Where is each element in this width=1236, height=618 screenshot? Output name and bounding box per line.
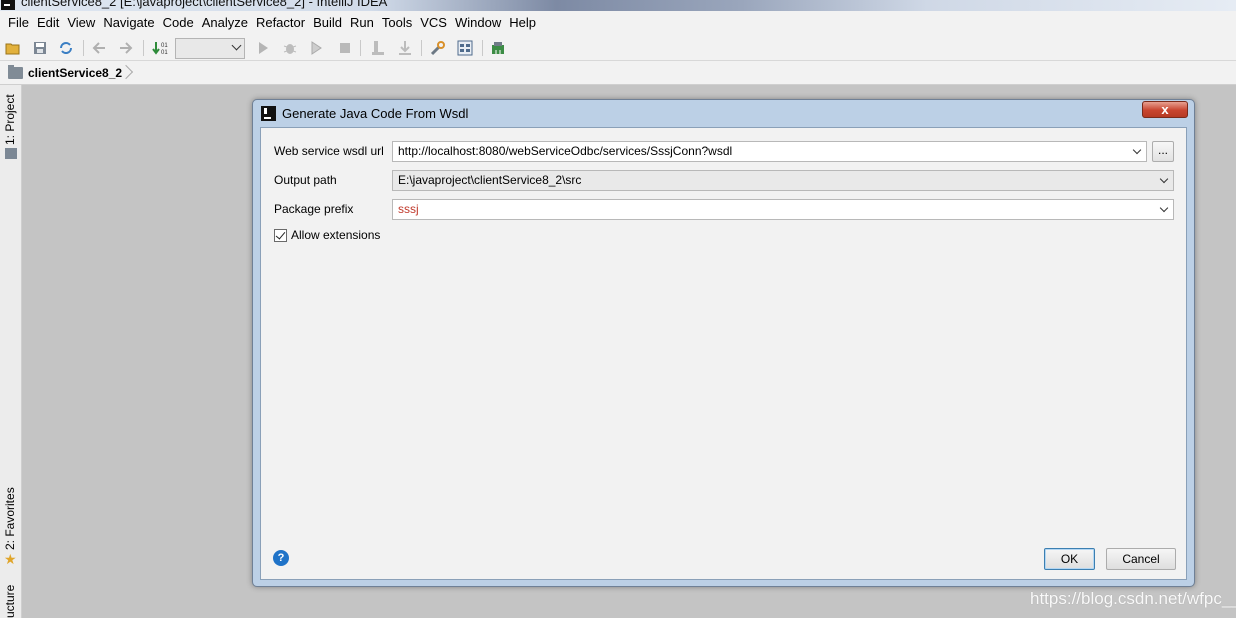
package-prefix-label: Package prefix bbox=[274, 202, 354, 216]
star-icon: ★ bbox=[4, 551, 17, 567]
chevron-down-icon bbox=[231, 40, 242, 51]
settings-wrench-icon[interactable] bbox=[429, 39, 447, 57]
window-title: clientService8_2 [E:\javaproject\clientS… bbox=[21, 0, 388, 9]
intellij-dialog-icon bbox=[261, 106, 276, 121]
debug-icon[interactable] bbox=[281, 39, 299, 57]
toolbar-separator bbox=[482, 40, 483, 56]
menu-edit[interactable]: Edit bbox=[33, 11, 63, 35]
tool-tab-favorites[interactable]: 2: Favorites bbox=[3, 487, 17, 550]
menu-code[interactable]: Code bbox=[159, 11, 198, 35]
toolbar-separator bbox=[83, 40, 84, 56]
forward-arrow-icon[interactable] bbox=[117, 39, 135, 57]
wsdl-url-value: http://localhost:8080/webServiceOdbc/ser… bbox=[398, 144, 733, 158]
menu-help[interactable]: Help bbox=[505, 11, 540, 35]
svg-text:01: 01 bbox=[161, 50, 168, 56]
sdk-manager-icon[interactable] bbox=[489, 39, 507, 57]
menu-vcs[interactable]: VCS bbox=[416, 11, 451, 35]
toolbar-separator bbox=[360, 40, 361, 56]
tool-tab-project[interactable]: 1: Project bbox=[3, 94, 17, 145]
close-button[interactable]: x bbox=[1142, 101, 1188, 118]
project-tool-icon[interactable] bbox=[5, 148, 17, 159]
chevron-down-icon[interactable] bbox=[1159, 203, 1169, 213]
menu-bar: File Edit View Navigate Code Analyze Ref… bbox=[0, 11, 1236, 35]
output-path-value: E:\javaproject\clientService8_2\src bbox=[398, 173, 582, 187]
dialog-title: Generate Java Code From Wsdl bbox=[282, 106, 469, 121]
menu-file[interactable]: File bbox=[4, 11, 33, 35]
menu-run[interactable]: Run bbox=[346, 11, 378, 35]
menu-refactor[interactable]: Refactor bbox=[252, 11, 309, 35]
navigation-bar: clientService8_2 bbox=[0, 61, 1236, 85]
menu-tools[interactable]: Tools bbox=[378, 11, 416, 35]
chevron-right-icon bbox=[124, 63, 132, 83]
ok-button[interactable]: OK bbox=[1044, 548, 1095, 570]
output-path-combo[interactable]: E:\javaproject\clientService8_2\src bbox=[392, 170, 1174, 191]
back-arrow-icon[interactable] bbox=[90, 39, 108, 57]
menu-navigate[interactable]: Navigate bbox=[99, 11, 158, 35]
menu-analyze[interactable]: Analyze bbox=[198, 11, 252, 35]
generate-java-code-dialog: Generate Java Code From Wsdl x Web servi… bbox=[252, 99, 1195, 587]
coverage-icon[interactable] bbox=[308, 39, 326, 57]
sync-icon[interactable] bbox=[57, 39, 75, 57]
breadcrumb[interactable]: clientService8_2 bbox=[8, 65, 132, 81]
watermark: https://blog.csdn.net/wfpc__ bbox=[1030, 589, 1236, 608]
package-prefix-combo[interactable]: sssj bbox=[392, 199, 1174, 220]
stop-icon[interactable] bbox=[336, 39, 354, 57]
browse-button[interactable]: ... bbox=[1152, 141, 1174, 162]
open-folder-icon[interactable] bbox=[4, 39, 22, 57]
toolbar-separator bbox=[143, 40, 144, 56]
make-project-icon[interactable]: 01 01 bbox=[151, 39, 169, 57]
run-icon[interactable] bbox=[254, 39, 272, 57]
menu-build[interactable]: Build bbox=[309, 11, 346, 35]
allow-extensions-checkbox[interactable] bbox=[274, 228, 287, 242]
save-icon[interactable] bbox=[31, 39, 49, 57]
left-tool-strip: 1: Project 2: Favorites ★ ucture bbox=[0, 85, 22, 618]
breadcrumb-project-name: clientService8_2 bbox=[28, 66, 123, 80]
wsdl-url-combo[interactable]: http://localhost:8080/webServiceOdbc/ser… bbox=[392, 141, 1147, 162]
toolbar-separator bbox=[421, 40, 422, 56]
run-configuration-select[interactable] bbox=[175, 38, 245, 59]
title-bar: clientService8_2 [E:\javaproject\clientS… bbox=[0, 0, 1236, 11]
wsdl-url-label: Web service wsdl url bbox=[274, 144, 384, 158]
update-running-icon[interactable] bbox=[396, 39, 414, 57]
menu-view[interactable]: View bbox=[63, 11, 99, 35]
allow-extensions-label: Allow extensions bbox=[291, 228, 381, 242]
deploy-icon[interactable] bbox=[369, 39, 387, 57]
dialog-title-bar[interactable]: Generate Java Code From Wsdl x bbox=[253, 100, 1194, 126]
package-prefix-value: sssj bbox=[398, 202, 419, 216]
chevron-down-icon[interactable] bbox=[1132, 145, 1142, 155]
help-icon[interactable]: ? bbox=[273, 550, 289, 566]
dialog-content: Web service wsdl url http://localhost:80… bbox=[260, 127, 1187, 580]
output-path-label: Output path bbox=[274, 173, 337, 187]
folder-icon bbox=[8, 65, 23, 79]
svg-text:01: 01 bbox=[161, 43, 168, 49]
tool-tab-structure[interactable]: ucture bbox=[3, 585, 17, 618]
allow-extensions-option[interactable]: Allow extensions bbox=[274, 228, 380, 242]
project-structure-icon[interactable] bbox=[456, 39, 474, 57]
chevron-down-icon[interactable] bbox=[1159, 174, 1169, 184]
intellij-app-icon bbox=[1, 0, 15, 10]
main-toolbar: 01 01 bbox=[0, 35, 1236, 61]
cancel-button[interactable]: Cancel bbox=[1106, 548, 1176, 570]
menu-window[interactable]: Window bbox=[451, 11, 505, 35]
